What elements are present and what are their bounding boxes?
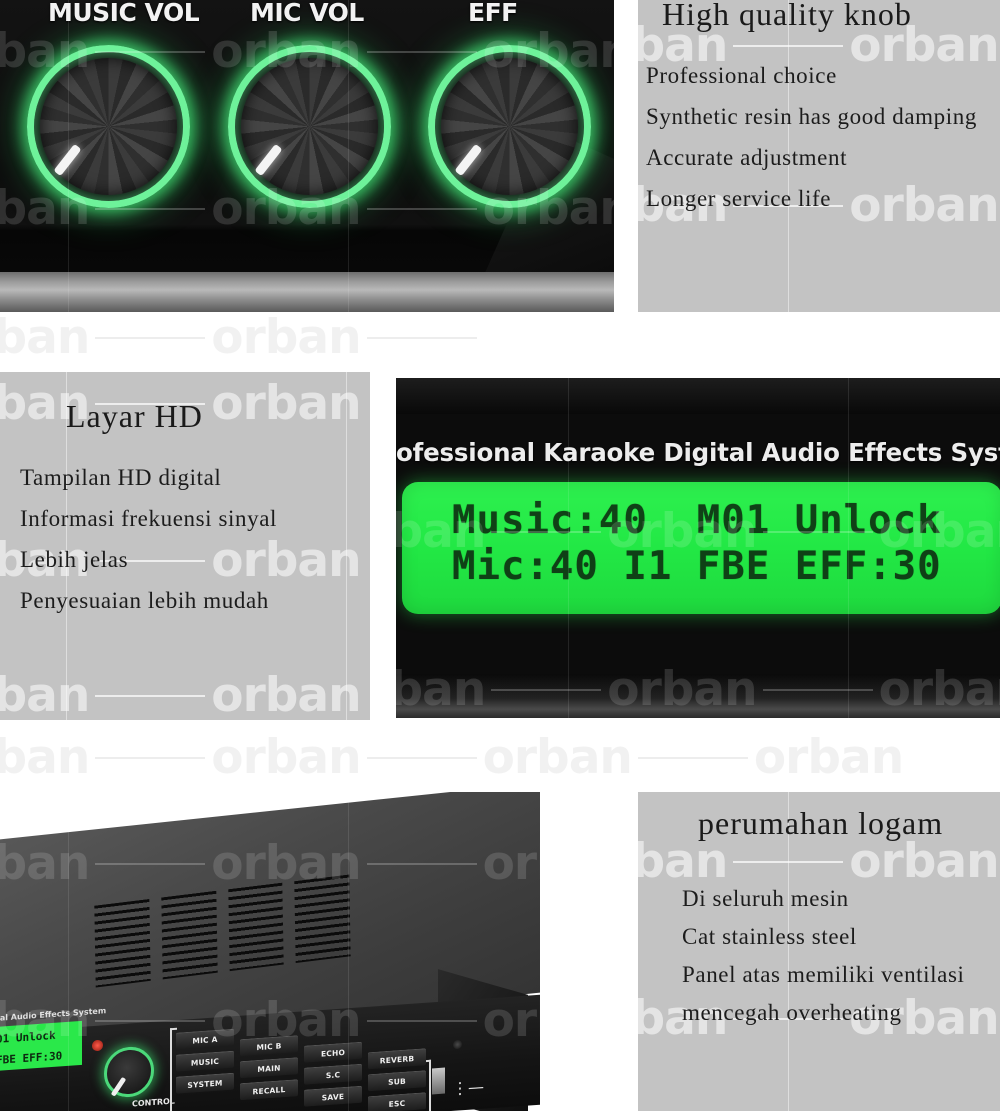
watermark-text: orban: [0, 312, 90, 365]
feature-panel-knob: orban orban orban orban High quality kno…: [638, 0, 1000, 312]
lcd-display-photo: ofessional Karaoke Digital Audio Effects…: [396, 378, 1000, 718]
button-music[interactable]: MUSIC: [176, 1050, 234, 1072]
panel-title-case: perumahan logam: [698, 805, 944, 841]
panel-list-screen: Tampilan HD digital Informasi frekuensi …: [20, 457, 370, 621]
device-mini-lcd: 01 Unlock FBE EFF:30: [0, 1020, 82, 1072]
button-main[interactable]: MAIN: [240, 1057, 298, 1079]
watermark-line: [95, 756, 206, 759]
panel-item: Lebih jelas: [20, 547, 129, 572]
watermark-line: [733, 860, 844, 863]
device-front-photo: tal Audio Effects System 01 Unlock FBE EF…: [0, 792, 540, 1111]
vent-column: [294, 874, 351, 964]
watermark-line: [366, 336, 477, 339]
device-brand-line: ofessional Karaoke Digital Audio Effects…: [396, 438, 1000, 467]
watermark-text: orban: [211, 668, 361, 720]
watermark-overlay: orban orban: [0, 312, 638, 372]
button-reverb[interactable]: REVERB: [368, 1048, 426, 1070]
mini-lcd-line-2: FBE EFF:30: [0, 1049, 63, 1067]
watermark-text: orban: [482, 730, 633, 785]
knob-music-vol[interactable]: [27, 45, 190, 208]
button-save[interactable]: SAVE: [304, 1085, 362, 1107]
panel-item: Longer service life: [646, 186, 832, 211]
watermark-text: orban: [0, 730, 90, 785]
usb-icon: ⋮—: [452, 1076, 484, 1099]
knob-closeup-photo: MUSIC VOL MIC VOL EFF orban orban: [0, 0, 614, 312]
gutter-top-left: orban orban: [0, 312, 638, 372]
lcd-line-1: Music:40 M01 Unlock: [452, 498, 942, 543]
chassis-bottom-bar: [396, 674, 1000, 718]
panel-item: Accurate adjustment: [646, 145, 848, 170]
lcd-screen: Music:40 M01 Unlock Mic:40 I1 FBE EFF:30: [402, 482, 1000, 614]
feature-panel-screen: orban orban orban orban orban orban Laya…: [0, 372, 370, 720]
button-echo[interactable]: ECHO: [304, 1041, 362, 1063]
gutter-bottom: orban orban orban orban: [0, 720, 1000, 792]
watermark-line: [733, 44, 844, 47]
watermark-line: [366, 50, 477, 53]
watermark-line: [95, 694, 206, 697]
panel-item: Panel atas memiliki ventilasi: [682, 962, 965, 987]
panel-item: Di seluruh mesin: [682, 886, 849, 911]
vent-column: [227, 882, 284, 972]
button-column: MIC B MAIN RECALL: [240, 1024, 298, 1111]
watermark-line: [637, 756, 748, 759]
watermark-text: orban: [211, 730, 361, 785]
knob-eff[interactable]: [428, 45, 591, 208]
watermark-overlay: orban orban orban orban: [0, 720, 1000, 792]
panel-item: mencegah overheating: [682, 1000, 902, 1025]
button-recall[interactable]: RECALL: [240, 1079, 298, 1101]
button-esc[interactable]: ESC: [368, 1092, 426, 1111]
knob-label-mic-vol: MIC VOL: [250, 0, 364, 27]
panel-item: Professional choice: [646, 63, 837, 88]
panel-item: Penyesuaian lebih mudah: [20, 588, 269, 613]
watermark-line: [95, 336, 206, 339]
panel-list-knob: Professional choice Synthetic resin has …: [646, 55, 1000, 219]
watermark-text: orban: [849, 834, 999, 889]
watermark-text: orban: [753, 730, 904, 785]
button-sub[interactable]: SUB: [368, 1070, 426, 1092]
watermark-line: [366, 756, 477, 759]
watermark-line: [366, 207, 477, 210]
button-column: REVERB SUB ESC: [368, 1015, 426, 1111]
button-sc[interactable]: S.C: [304, 1063, 362, 1085]
vent-column: [161, 890, 218, 980]
panel-title-screen: Layar HD: [66, 398, 203, 434]
vent-column: [94, 898, 151, 988]
panel-item: Synthetic resin has good damping: [646, 104, 977, 129]
watermark-text: orban: [211, 312, 361, 365]
lcd-line-2: Mic:40 I1 FBE EFF:30: [452, 544, 942, 589]
device-button-panel: MIC A MUSIC SYSTEM MIC B MAIN RECALL ECH…: [176, 1015, 426, 1111]
chassis-top-bar: [396, 378, 1000, 414]
knob-label-music-vol: MUSIC VOL: [48, 0, 200, 27]
button-mic-b[interactable]: MIC B: [240, 1035, 298, 1057]
panel-title-knob: High quality knob: [662, 0, 912, 32]
button-column: MIC A MUSIC SYSTEM: [176, 1028, 234, 1111]
knob-label-eff: EFF: [468, 0, 518, 27]
usb-port: [432, 1067, 445, 1095]
feature-panel-case: orban orban orban orban perumahan logam …: [638, 780, 1000, 1111]
panel-item: Cat stainless steel: [682, 924, 857, 949]
panel-item: Informasi frekuensi sinyal: [20, 506, 278, 531]
watermark-text: orban: [0, 668, 90, 720]
knob-mic-vol[interactable]: [228, 45, 391, 208]
button-mic-a[interactable]: MIC A: [176, 1028, 234, 1050]
panel-list-case: Di seluruh mesin Cat stainless steel Pan…: [682, 880, 1000, 1032]
button-system[interactable]: SYSTEM: [176, 1072, 234, 1094]
mini-lcd-line-1: 01 Unlock: [0, 1028, 56, 1046]
watermark-text: orban: [638, 834, 728, 889]
product-feature-page: MUSIC VOL MIC VOL EFF orban orban: [0, 0, 1000, 1111]
button-column: ECHO S.C SAVE: [304, 1020, 362, 1111]
panel-item: Tampilan HD digital: [20, 465, 222, 490]
desk-edge: [0, 272, 614, 312]
